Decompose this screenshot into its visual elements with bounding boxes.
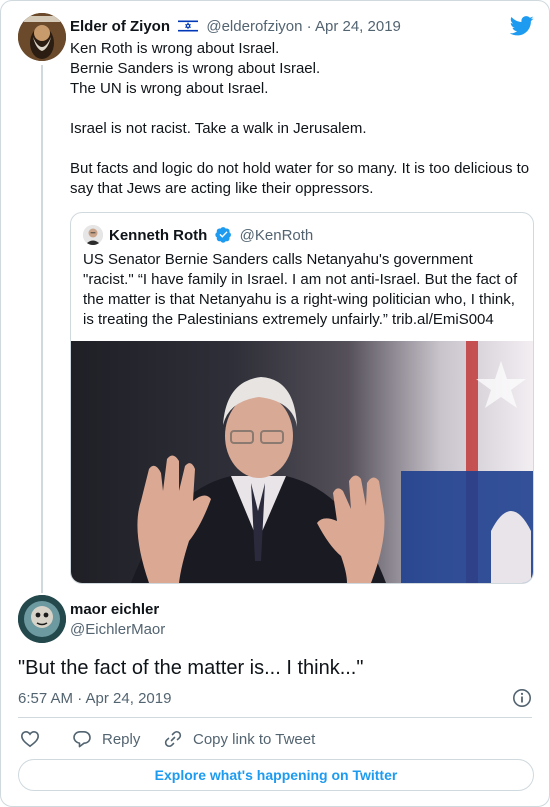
reply-text: "But the fact of the matter is... I thin…	[18, 657, 364, 679]
quoted-header: Kenneth Roth @KenRoth	[109, 226, 313, 246]
explore-button[interactable]: Explore what's happening on Twitter	[18, 759, 534, 791]
verified-badge-icon	[214, 227, 231, 243]
reply-author-name[interactable]: maor eichler	[70, 600, 159, 620]
author-handle[interactable]: @elderofziyon	[206, 18, 302, 35]
quoted-tweet[interactable]: Kenneth Roth @KenRoth US Senator Bernie …	[70, 212, 534, 584]
reply-label: Reply	[102, 730, 141, 748]
reply-timestamp[interactable]: 6:57 AM · Apr 24, 2019	[18, 689, 171, 709]
avatar[interactable]	[18, 595, 66, 643]
quoted-author-handle: @KenRoth	[239, 227, 314, 244]
quoted-avatar	[83, 225, 103, 245]
quoted-tweet-text: US Senator Bernie Sanders calls Netanyah…	[83, 251, 518, 328]
quoted-author-name: Kenneth Roth	[109, 227, 208, 244]
tweet-text: Ken Roth is wrong about Israel. Bernie S…	[70, 40, 530, 197]
like-button[interactable]	[20, 729, 50, 749]
copy-link-button[interactable]: Copy link to Tweet	[163, 729, 315, 749]
separator: ·	[306, 18, 312, 35]
tweet-header: Elder of Ziyon @elderofziyon · Apr 24, 2…	[70, 17, 401, 37]
thread-connector	[41, 65, 43, 593]
author-name[interactable]: Elder of Ziyon	[70, 18, 170, 35]
tweet-date[interactable]: Apr 24, 2019	[315, 18, 401, 35]
reply-button[interactable]: Reply	[72, 729, 140, 749]
copy-link-label: Copy link to Tweet	[193, 730, 316, 748]
embedded-tweet-card: Elder of Ziyon @elderofziyon · Apr 24, 2…	[0, 0, 550, 807]
avatar[interactable]	[18, 13, 66, 61]
divider	[18, 717, 532, 718]
reply-bubble-icon	[73, 731, 91, 748]
reply-author-handle[interactable]: @EichlerMaor	[70, 620, 165, 640]
twitter-bird-icon[interactable]	[510, 15, 534, 37]
info-icon[interactable]	[512, 688, 532, 708]
link-icon	[164, 730, 182, 748]
israel-flag-icon	[178, 19, 199, 33]
heart-icon	[20, 730, 40, 748]
photo-of-speaker-gesturing[interactable]	[71, 341, 533, 583]
